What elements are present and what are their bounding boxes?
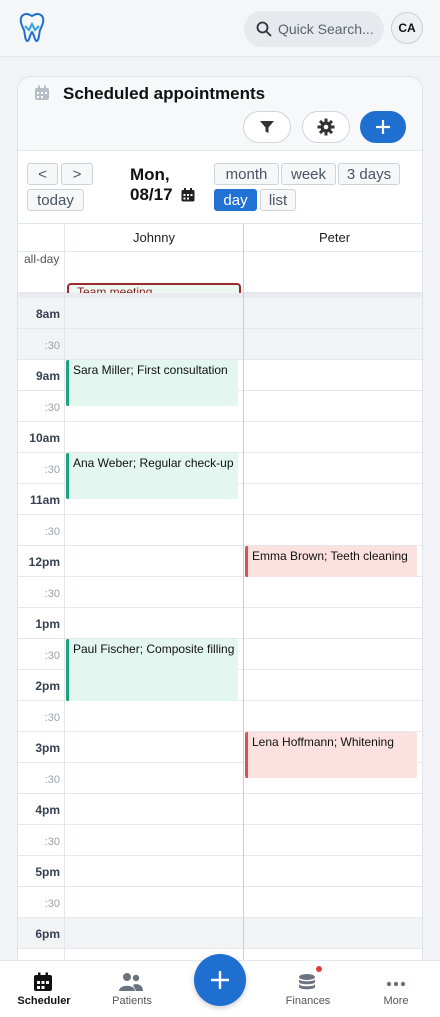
day-calendar-grid: Johnny Peter all-day Team meeting 8am :30… <box>18 223 422 975</box>
top-bar: CA <box>0 0 440 57</box>
view-month[interactable]: month <box>214 163 279 185</box>
time-label: :30 <box>44 526 60 538</box>
prev-button[interactable]: < <box>27 163 58 185</box>
all-day-label: all-day <box>24 252 60 266</box>
more-dots-icon <box>386 981 406 987</box>
nav-more-label: More <box>383 995 409 1007</box>
resource-column-divider <box>243 224 244 975</box>
calendar-toolbar: < > today Mon, 08/17 month week 3 days d… <box>18 151 422 223</box>
calendar-icon <box>35 85 49 100</box>
time-slot-row[interactable]: 5pm <box>18 856 422 887</box>
tooth-logo-icon[interactable] <box>18 12 46 44</box>
today-button[interactable]: today <box>27 189 84 211</box>
time-label: 1pm <box>35 617 60 631</box>
view-day[interactable]: day <box>214 189 257 211</box>
date-picker-icon[interactable] <box>181 188 195 202</box>
time-slot-row[interactable]: :30 <box>18 825 422 856</box>
event-lena-hoffmann[interactable]: Lena Hoffmann; Whitening <box>245 732 417 778</box>
plus-icon <box>211 971 229 989</box>
resource-johnny: Johnny <box>133 230 175 245</box>
time-slot-row[interactable]: 10am <box>18 422 422 453</box>
time-slot-row[interactable]: :30 <box>18 515 422 546</box>
view-week[interactable]: week <box>281 163 336 185</box>
time-slot-row[interactable]: 8am <box>18 298 422 329</box>
time-label: :30 <box>44 588 60 600</box>
time-label: 2pm <box>35 679 60 693</box>
event-ana-weber[interactable]: Ana Weber; Regular check-up <box>66 453 238 499</box>
event-sara-miller[interactable]: Sara Miller; First consultation <box>66 360 238 406</box>
time-slot-row[interactable]: 1pm <box>18 608 422 639</box>
nav-finances[interactable]: Finances <box>264 961 352 1017</box>
nav-scheduler[interactable]: Scheduler <box>0 961 88 1017</box>
add-appointment-button[interactable] <box>360 111 406 143</box>
quick-search-box[interactable] <box>244 11 384 47</box>
all-day-row: all-day Team meeting <box>18 252 422 301</box>
view-list[interactable]: list <box>260 189 296 211</box>
current-date: Mon, 08/17 <box>130 165 173 204</box>
time-label: 4pm <box>35 803 60 817</box>
event-paul-fischer[interactable]: Paul Fischer; Composite filling <box>66 639 238 701</box>
time-label: 8am <box>35 307 60 321</box>
nav-more[interactable]: More <box>352 961 440 1017</box>
time-label: 10am <box>29 431 60 445</box>
nav-finances-label: Finances <box>285 995 331 1007</box>
time-label: 9am <box>35 369 60 383</box>
nav-scheduler-label: Scheduler <box>17 995 71 1007</box>
gear-icon <box>317 118 335 136</box>
filter-button[interactable] <box>243 111 291 143</box>
time-slot-row[interactable]: 4pm <box>18 794 422 825</box>
user-avatar[interactable]: CA <box>391 12 423 44</box>
view-3-days[interactable]: 3 days <box>338 163 400 185</box>
time-label: :30 <box>44 712 60 724</box>
time-slot-row[interactable]: :30 <box>18 577 422 608</box>
time-slot-row[interactable]: :30 <box>18 887 422 918</box>
main-add-button[interactable] <box>194 954 246 1006</box>
time-label: 12pm <box>28 555 60 569</box>
appointments-card: Scheduled appointments < > today Mon, 08… <box>17 76 423 976</box>
card-header: Scheduled appointments <box>18 77 422 151</box>
settings-button[interactable] <box>302 111 350 143</box>
time-label: :30 <box>44 774 60 786</box>
calendar-icon <box>34 972 52 991</box>
plus-icon <box>376 120 390 134</box>
time-label: 5pm <box>35 865 60 879</box>
time-slot-row[interactable]: :30 <box>18 701 422 732</box>
coins-icon <box>299 974 315 990</box>
bottom-navigation: Scheduler Patients Finances More <box>0 954 440 1017</box>
time-label: :30 <box>44 650 60 662</box>
time-label: :30 <box>44 464 60 476</box>
time-column-divider <box>64 224 65 975</box>
time-label: :30 <box>44 898 60 910</box>
time-label: 11am <box>29 493 60 507</box>
time-label: :30 <box>44 402 60 414</box>
time-label: 6pm <box>35 927 60 941</box>
users-icon <box>119 973 143 991</box>
time-label: 3pm <box>35 741 60 755</box>
time-slot-row[interactable]: :30 <box>18 329 422 360</box>
search-input[interactable] <box>278 21 374 37</box>
resource-header-row: Johnny Peter <box>18 224 422 252</box>
card-title: Scheduled appointments <box>63 84 266 103</box>
event-emma-brown[interactable]: Emma Brown; Teeth cleaning <box>245 546 417 577</box>
time-label: :30 <box>44 836 60 848</box>
nav-patients[interactable]: Patients <box>88 961 176 1017</box>
notification-dot <box>316 966 322 972</box>
time-slot-row[interactable]: 6pm <box>18 918 422 949</box>
resource-peter: Peter <box>318 230 351 245</box>
nav-patients-label: Patients <box>112 995 152 1007</box>
time-label: :30 <box>44 340 60 352</box>
search-icon <box>256 21 272 37</box>
filter-icon <box>260 121 274 133</box>
next-button[interactable]: > <box>61 163 93 185</box>
